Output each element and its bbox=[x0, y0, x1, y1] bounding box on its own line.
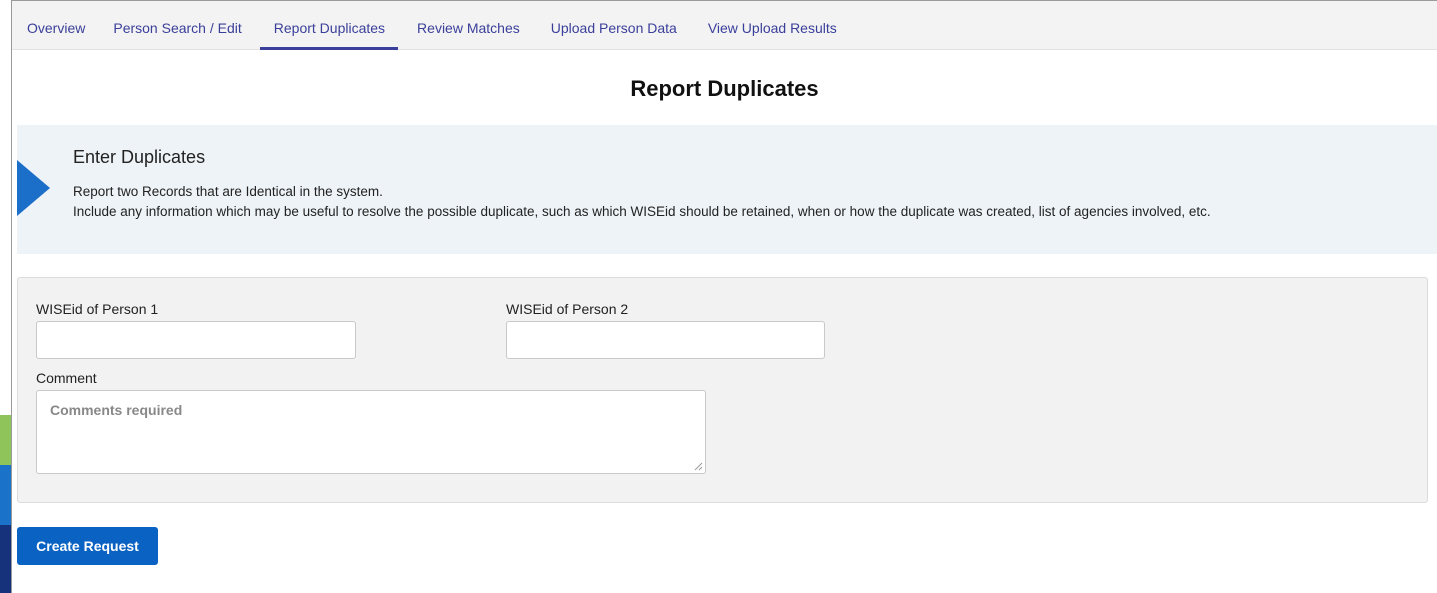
resize-grip-icon[interactable] bbox=[694, 462, 703, 471]
info-description: Report two Records that are Identical in… bbox=[73, 182, 1343, 222]
chevron-right-icon bbox=[17, 160, 50, 216]
edge-stripe-navy bbox=[0, 525, 11, 593]
tab-report-duplicates[interactable]: Report Duplicates bbox=[259, 1, 399, 50]
duplicate-form: WISEid of Person 1 WISEid of Person 2 Co… bbox=[17, 277, 1428, 503]
person1-label: WISEid of Person 1 bbox=[36, 301, 159, 317]
app-window: Overview Person Search / Edit Report Dup… bbox=[11, 0, 1437, 593]
tab-overview[interactable]: Overview bbox=[27, 1, 85, 50]
create-request-button[interactable]: Create Request bbox=[17, 527, 158, 565]
edge-stripe-green bbox=[0, 415, 11, 465]
page-title: Report Duplicates bbox=[630, 76, 819, 101]
info-panel: Enter Duplicates Report two Records that… bbox=[17, 125, 1437, 254]
person2-input[interactable] bbox=[506, 321, 825, 359]
info-line-1: Report two Records that are Identical in… bbox=[73, 184, 383, 199]
tab-upload-person-data[interactable]: Upload Person Data bbox=[551, 1, 677, 50]
comment-textarea[interactable]: Comments required bbox=[36, 390, 706, 474]
person2-label: WISEid of Person 2 bbox=[506, 301, 629, 317]
comment-placeholder: Comments required bbox=[50, 402, 183, 418]
tab-bar: Overview Person Search / Edit Report Dup… bbox=[12, 1, 1437, 50]
info-title: Enter Duplicates bbox=[73, 147, 206, 167]
info-line-2: Include any information which may be use… bbox=[73, 204, 1211, 219]
edge-decoration bbox=[0, 415, 11, 593]
person1-input[interactable] bbox=[36, 321, 356, 359]
tab-review-matches[interactable]: Review Matches bbox=[417, 1, 520, 50]
comment-label: Comment bbox=[36, 370, 97, 386]
edge-stripe-blue bbox=[0, 465, 11, 525]
tab-person-search-edit[interactable]: Person Search / Edit bbox=[113, 1, 241, 50]
tab-view-upload-results[interactable]: View Upload Results bbox=[708, 1, 837, 50]
